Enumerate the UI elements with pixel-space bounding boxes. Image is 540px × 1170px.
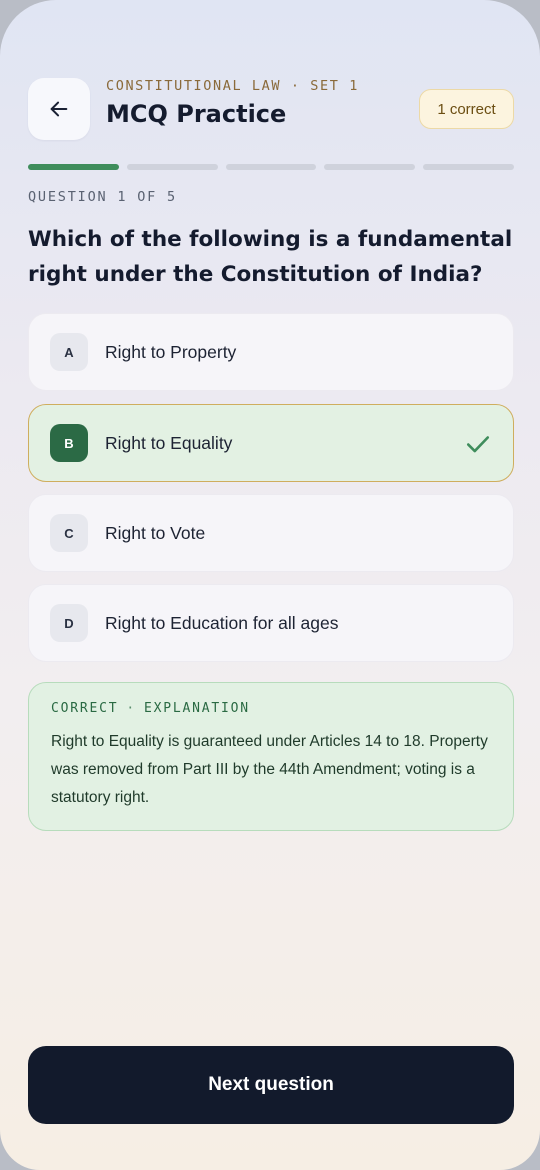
course-eyebrow: CONSTITUTIONAL LAW · SET 1 xyxy=(106,78,359,94)
option-label: Right to Vote xyxy=(105,522,206,543)
progress-segment xyxy=(225,164,317,170)
explanation-status: CORRECT xyxy=(51,701,119,716)
option-label: Right to Property xyxy=(105,341,237,362)
explanation-separator: · xyxy=(126,701,137,716)
progress-segment xyxy=(126,164,218,170)
option-label: Right to Equality xyxy=(105,432,233,453)
option-c[interactable]: C Right to Vote xyxy=(28,494,514,572)
explanation-label: EXPLANATION xyxy=(144,701,250,716)
checkmark-icon xyxy=(466,436,490,453)
back-button[interactable] xyxy=(28,78,90,140)
option-letter: D xyxy=(50,604,88,642)
question-counter: QUESTION 1 OF 5 xyxy=(28,189,177,205)
explanation-header: CORRECT · EXPLANATION xyxy=(51,701,491,716)
option-letter: C xyxy=(50,514,88,552)
explanation-text: Right to Equality is guaranteed under Ar… xyxy=(51,733,488,806)
page-title: MCQ Practice xyxy=(106,100,287,128)
progress-bar xyxy=(28,164,514,170)
progress-segment xyxy=(28,164,119,170)
option-label: Right to Education for all ages xyxy=(105,612,339,633)
option-a[interactable]: A Right to Property xyxy=(28,313,514,391)
explanation-card: CORRECT · EXPLANATION Right to Equality is… xyxy=(28,682,514,831)
next-question-button[interactable]: Next question xyxy=(28,1046,514,1124)
option-d[interactable]: D Right to Education for all ages xyxy=(28,584,514,662)
question-text: Which of the following is a fundamental … xyxy=(28,227,513,287)
option-letter: A xyxy=(50,333,88,371)
arrow-left-icon xyxy=(50,101,68,117)
progress-segment xyxy=(423,164,514,170)
option-b[interactable]: B Right to Equality xyxy=(28,404,514,482)
option-letter: B xyxy=(50,424,88,462)
progress-segment xyxy=(324,164,416,170)
screen: CONSTITUTIONAL LAW · SET 1 MCQ Practice … xyxy=(0,0,540,1170)
score-badge: 1 correct xyxy=(419,89,514,129)
